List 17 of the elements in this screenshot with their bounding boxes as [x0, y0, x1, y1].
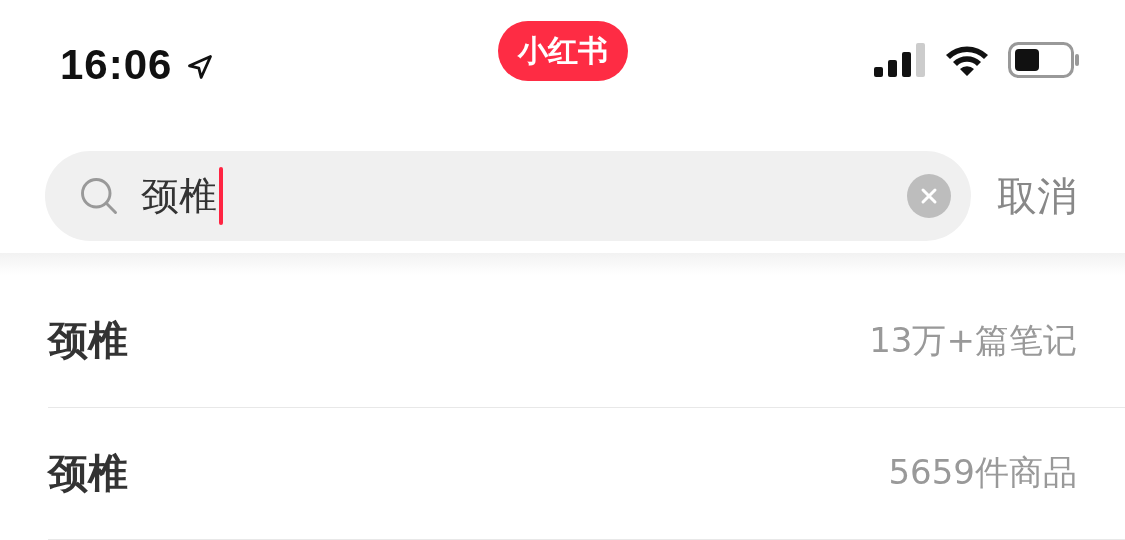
- suggestion-item[interactable]: 颈椎 5659件商品: [48, 407, 1125, 540]
- suggestion-item[interactable]: 颈椎 13万+篇笔记: [48, 275, 1125, 408]
- result-count: 5659件商品: [888, 451, 1077, 495]
- battery-icon: [1008, 41, 1080, 78]
- status-time: 16:06: [60, 40, 173, 89]
- suggestion-term: 颈椎: [48, 448, 128, 498]
- signal-icon: [874, 42, 926, 77]
- app-logo-badge: 小红书: [498, 21, 628, 81]
- result-count: 13万+篇笔记: [869, 318, 1077, 362]
- suggestion-term: 颈椎: [48, 316, 128, 366]
- search-query: 颈椎: [141, 172, 217, 220]
- search-field[interactable]: 颈椎: [45, 151, 971, 242]
- close-icon: [920, 187, 938, 206]
- cancel-button[interactable]: 取消: [997, 168, 1077, 224]
- text-cursor: [219, 167, 223, 226]
- location-arrow-icon: [186, 52, 215, 81]
- clear-button[interactable]: [907, 174, 951, 219]
